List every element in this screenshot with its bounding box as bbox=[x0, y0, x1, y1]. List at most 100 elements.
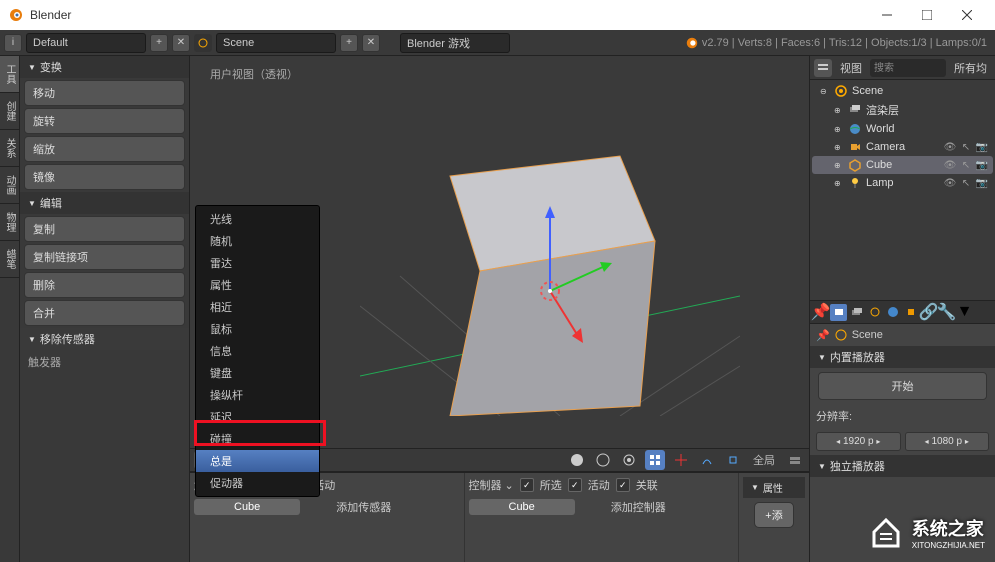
popup-item-12[interactable]: 促动器 bbox=[196, 472, 319, 494]
manip-scale-icon[interactable] bbox=[723, 450, 743, 470]
manip-rotate-icon[interactable] bbox=[697, 450, 717, 470]
scene-tab-icon[interactable] bbox=[866, 304, 883, 321]
tab-grease[interactable]: 蜡笔 bbox=[0, 241, 19, 278]
scene-selector[interactable]: Scene bbox=[216, 33, 336, 53]
controller-type-dropdown[interactable]: 控制器 ⌄ bbox=[469, 477, 514, 493]
tree-item-cube[interactable]: ⊕Cube👁↖📷 bbox=[812, 156, 993, 174]
popup-item-7[interactable]: 键盘 bbox=[196, 362, 319, 384]
popup-item-3[interactable]: 属性 bbox=[196, 274, 319, 296]
pivot-icon[interactable] bbox=[619, 450, 639, 470]
maximize-button[interactable] bbox=[907, 0, 947, 30]
scale-button[interactable]: 缩放 bbox=[24, 136, 185, 162]
outliner-editor-icon[interactable] bbox=[814, 59, 832, 77]
version-info: v2.79 | Verts:8 | Faces:6 | Tris:12 | Ob… bbox=[685, 36, 987, 50]
constraint-tab-icon[interactable]: 🔗 bbox=[920, 304, 937, 321]
modifier-tab-icon[interactable]: 🔧 bbox=[938, 304, 955, 321]
pin-icon[interactable]: 📌 bbox=[812, 304, 829, 321]
object-tab-icon[interactable] bbox=[902, 304, 919, 321]
controller-linked-checkbox[interactable]: ✓ bbox=[616, 478, 630, 492]
eye-icon[interactable]: 👁 bbox=[943, 140, 957, 154]
scene-icon[interactable] bbox=[194, 34, 212, 52]
remove-sensor-header[interactable]: 移除传感器 bbox=[20, 328, 189, 350]
popup-item-1[interactable]: 随机 bbox=[196, 230, 319, 252]
right-area: 视图 搜索 所有均 ⊖Scene⊕渲染层⊕World⊕Camera👁↖📷⊕Cub… bbox=[809, 56, 995, 562]
tree-item-lamp[interactable]: ⊕Lamp👁↖📷 bbox=[812, 174, 993, 192]
shading-solid-icon[interactable] bbox=[567, 450, 587, 470]
move-button[interactable]: 移动 bbox=[24, 80, 185, 106]
rotate-button[interactable]: 旋转 bbox=[24, 108, 185, 134]
add-controller-button[interactable]: 添加控制器 bbox=[581, 497, 696, 517]
tree-item-渲染层[interactable]: ⊕渲染层 bbox=[812, 100, 993, 120]
transform-panel-header[interactable]: 变换 bbox=[20, 56, 189, 78]
cursor-icon[interactable]: ↖ bbox=[959, 176, 973, 190]
tab-physics[interactable]: 物理 bbox=[0, 204, 19, 241]
popup-item-0[interactable]: 光线 bbox=[196, 208, 319, 230]
add-sensor-button[interactable]: 添加传感器 bbox=[306, 497, 421, 517]
mirror-button[interactable]: 镜像 bbox=[24, 164, 185, 190]
add-layout-button[interactable]: + bbox=[150, 34, 168, 52]
props-mini-header[interactable]: 属性 bbox=[743, 477, 805, 498]
add-property-button[interactable]: +添 bbox=[754, 502, 793, 528]
popup-item-6[interactable]: 信息 bbox=[196, 340, 319, 362]
delete-button[interactable]: 删除 bbox=[24, 272, 185, 298]
snap-icon[interactable] bbox=[645, 450, 665, 470]
tab-create[interactable]: 创建 bbox=[0, 93, 19, 130]
tool-tabs: 工具 创建 关系 动画 物理 蜡笔 bbox=[0, 56, 20, 562]
embedded-player-header[interactable]: 内置播放器 bbox=[810, 346, 995, 368]
popup-item-2[interactable]: 雷达 bbox=[196, 252, 319, 274]
add-scene-button[interactable]: + bbox=[340, 34, 358, 52]
popup-item-10[interactable]: 碰撞 bbox=[196, 428, 319, 450]
duplicate-button[interactable]: 复制 bbox=[24, 216, 185, 242]
render-tab-icon[interactable] bbox=[830, 304, 847, 321]
shading-menu-icon[interactable] bbox=[593, 450, 613, 470]
edit-panel-header[interactable]: 编辑 bbox=[20, 192, 189, 214]
watermark-logo-icon bbox=[866, 512, 906, 552]
tab-tools[interactable]: 工具 bbox=[0, 56, 19, 93]
pin-scene-icon[interactable]: 📌 bbox=[816, 329, 830, 342]
cursor-icon[interactable]: ↖ bbox=[959, 158, 973, 172]
cursor-icon[interactable]: ↖ bbox=[959, 140, 973, 154]
controller-selected-checkbox[interactable]: ✓ bbox=[520, 478, 534, 492]
data-tab-icon[interactable]: ▼ bbox=[956, 304, 973, 321]
info-header: i Default + ✕ Scene + ✕ Blender 游戏 v2.79… bbox=[0, 30, 995, 56]
minimize-button[interactable] bbox=[867, 0, 907, 30]
resolution-height[interactable]: ◂ 1080 p ▸ bbox=[905, 432, 990, 451]
outliner-search[interactable]: 搜索 bbox=[870, 59, 946, 77]
tree-item-scene[interactable]: ⊖Scene bbox=[812, 82, 993, 100]
remove-scene-button[interactable]: ✕ bbox=[362, 34, 380, 52]
layers-button[interactable] bbox=[785, 450, 805, 470]
camera-render-icon[interactable]: 📷 bbox=[975, 140, 989, 154]
tree-item-world[interactable]: ⊕World bbox=[812, 120, 993, 138]
orientation-selector[interactable]: 全局 bbox=[749, 452, 779, 468]
editor-type-icon[interactable]: i bbox=[4, 34, 22, 52]
join-button[interactable]: 合并 bbox=[24, 300, 185, 326]
render-layers-tab-icon[interactable] bbox=[848, 304, 865, 321]
popup-item-11[interactable]: 总是 bbox=[196, 450, 319, 472]
resolution-width[interactable]: ◂ 1920 p ▸ bbox=[816, 432, 901, 451]
sensor-owner[interactable]: Cube bbox=[194, 499, 300, 515]
manip-translate-icon[interactable] bbox=[671, 450, 691, 470]
popup-item-4[interactable]: 相近 bbox=[196, 296, 319, 318]
world-tab-icon[interactable] bbox=[884, 304, 901, 321]
tab-relations[interactable]: 关系 bbox=[0, 130, 19, 167]
tree-item-camera[interactable]: ⊕Camera👁↖📷 bbox=[812, 138, 993, 156]
layout-selector[interactable]: Default bbox=[26, 33, 146, 53]
popup-item-5[interactable]: 鼠标 bbox=[196, 318, 319, 340]
tab-animation[interactable]: 动画 bbox=[0, 167, 19, 204]
start-game-button[interactable]: 开始 bbox=[818, 372, 987, 400]
render-engine-selector[interactable]: Blender 游戏 bbox=[400, 33, 510, 53]
eye-icon[interactable]: 👁 bbox=[943, 176, 957, 190]
controller-owner[interactable]: Cube bbox=[469, 499, 575, 515]
camera-render-icon[interactable]: 📷 bbox=[975, 176, 989, 190]
duplicate-linked-button[interactable]: 复制链接项 bbox=[24, 244, 185, 270]
eye-icon[interactable]: 👁 bbox=[943, 158, 957, 172]
remove-layout-button[interactable]: ✕ bbox=[172, 34, 190, 52]
popup-item-9[interactable]: 延迟 bbox=[196, 406, 319, 428]
popup-item-8[interactable]: 操纵杆 bbox=[196, 384, 319, 406]
camera-render-icon[interactable]: 📷 bbox=[975, 158, 989, 172]
outliner-view-menu[interactable]: 视图 bbox=[836, 60, 866, 76]
standalone-player-header[interactable]: 独立播放器 bbox=[810, 455, 995, 477]
close-button[interactable] bbox=[947, 0, 987, 30]
outliner-filter[interactable]: 所有均 bbox=[950, 60, 991, 76]
controller-active-checkbox[interactable]: ✓ bbox=[568, 478, 582, 492]
